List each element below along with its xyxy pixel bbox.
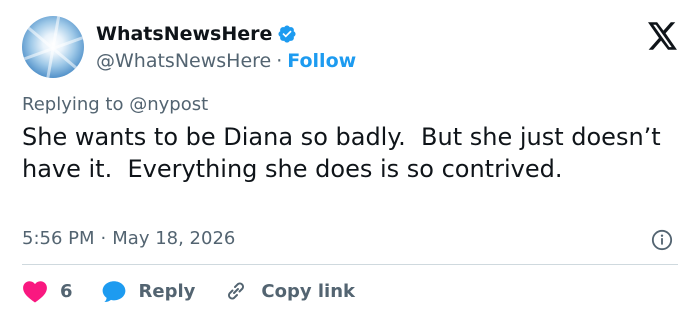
reply-button[interactable]: Reply — [101, 279, 196, 303]
meta-separator: · — [100, 228, 107, 249]
heart-icon — [23, 281, 47, 303]
divider — [22, 264, 678, 265]
like-count: 6 — [60, 280, 73, 302]
like-button[interactable]: 6 — [22, 279, 73, 303]
follow-button[interactable]: Follow — [287, 50, 356, 72]
author-avatar[interactable] — [22, 16, 84, 78]
replying-prefix: Replying to — [22, 94, 124, 115]
replying-mention-link[interactable]: @nypost — [129, 94, 208, 115]
link-icon — [228, 282, 245, 300]
reply-label: Reply — [138, 280, 196, 302]
verified-badge-icon — [278, 25, 296, 43]
x-logo-icon[interactable] — [648, 22, 678, 50]
tweet-actions: 6 Reply Copy link — [22, 276, 383, 306]
tweet-text: She wants to be Diana so badly. But she … — [22, 123, 669, 183]
tweet-time[interactable]: 5:56 PM — [22, 228, 95, 249]
author-handle-row: @WhatsNewsHere · Follow — [96, 50, 356, 72]
copy-link-label: Copy link — [261, 280, 355, 302]
author-display-name[interactable]: WhatsNewsHere — [96, 23, 272, 45]
tweet-header: WhatsNewsHere @WhatsNewsHere · Follow — [22, 16, 682, 80]
copy-link-button[interactable]: Copy link — [223, 279, 355, 303]
author-handle[interactable]: @WhatsNewsHere — [96, 50, 271, 72]
author-name-row: WhatsNewsHere — [96, 23, 297, 45]
reply-bubble-icon — [102, 281, 125, 303]
replying-to: Replying to @nypost — [22, 94, 208, 115]
info-icon[interactable] — [651, 229, 673, 251]
tweet-date[interactable]: May 18, 2026 — [112, 228, 235, 249]
handle-separator: · — [276, 50, 283, 72]
tweet-timestamp[interactable]: 5:56 PM · May 18, 2026 — [22, 228, 235, 249]
